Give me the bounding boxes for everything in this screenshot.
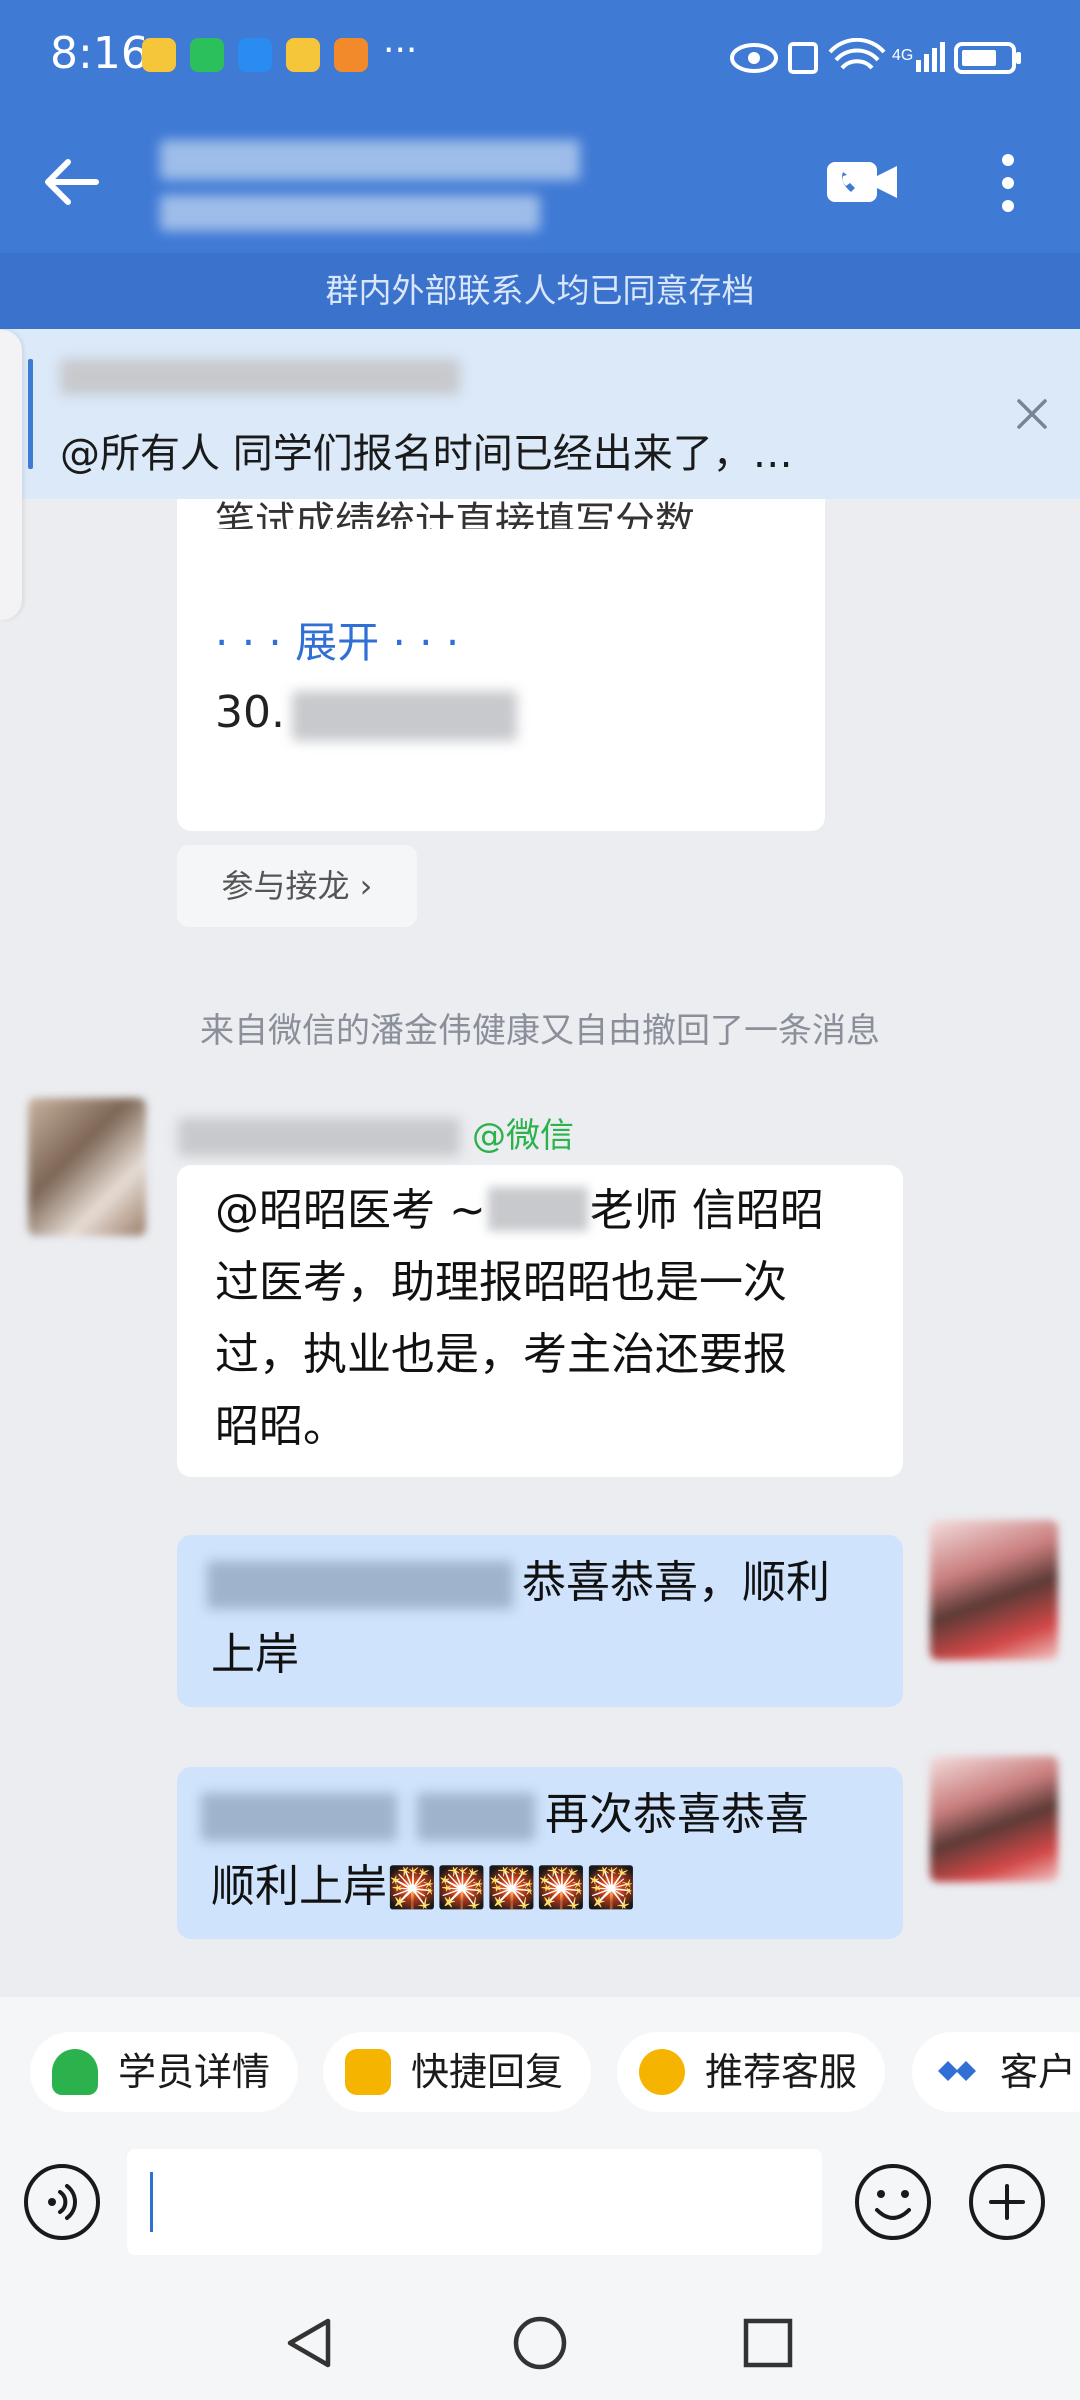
status-bar: 8:16 ··· 4G xyxy=(0,0,1080,110)
add-icon[interactable] xyxy=(967,2162,1047,2242)
pinned-notice[interactable]: @所有人 同学们报名时间已经出来了，… xyxy=(0,329,1080,499)
message-bubble-outgoing[interactable]: 恭喜恭喜，顺利 上岸 xyxy=(177,1535,903,1707)
message-text-line: 过，执业也是，考主治还要报 xyxy=(215,1329,787,1380)
weather-app-icon xyxy=(238,38,272,72)
quick-action-customer[interactable]: 客户 xyxy=(912,2032,1080,2112)
message-input[interactable] xyxy=(127,2149,822,2255)
message-text-line: 再次恭喜恭喜 xyxy=(545,1789,809,1840)
avatar[interactable] xyxy=(930,1520,1058,1660)
message-text: 顺利上岸 xyxy=(211,1861,387,1912)
quick-action-label: 快捷回复 xyxy=(411,2050,564,2094)
quick-reply-icon xyxy=(345,2049,391,2095)
recall-notice: 来自微信的潘金伟健康又自由撤回了一条消息 xyxy=(200,1011,880,1051)
quick-action-student-details[interactable]: 学员详情 xyxy=(30,2032,298,2112)
customer-icon xyxy=(938,2061,976,2081)
fireworks-emoji: 🎇🎇🎇🎇🎇 xyxy=(387,1865,637,1911)
notice-text: @所有人 同学们报名时间已经出来了，… xyxy=(60,431,793,477)
video-call-icon[interactable] xyxy=(825,160,899,204)
archive-banner: 群内外部联系人均已同意存档 xyxy=(0,253,1080,329)
wechat-app-icon xyxy=(190,38,224,72)
solitaire-item-redacted xyxy=(292,691,517,741)
recents-nav-icon[interactable] xyxy=(742,2317,794,2369)
video-app-icon xyxy=(334,38,368,72)
status-icons: 4G xyxy=(730,38,1021,74)
back-nav-icon[interactable] xyxy=(282,2315,336,2371)
solitaire-item-number: 30. xyxy=(215,687,285,738)
teacher-name-redacted xyxy=(487,1187,588,1231)
join-solitaire-button[interactable]: 参与接龙 › xyxy=(177,845,417,927)
quick-action-label: 客户 xyxy=(1000,2050,1077,2094)
voice-input-icon[interactable] xyxy=(22,2162,102,2242)
text-cursor xyxy=(150,2172,153,2232)
side-drawer-handle[interactable] xyxy=(0,330,22,620)
mention-redacted xyxy=(417,1793,535,1841)
more-vertical-icon[interactable] xyxy=(995,150,1021,216)
group-name-redacted xyxy=(160,140,580,180)
status-time: 8:16 xyxy=(50,28,149,79)
avatar[interactable] xyxy=(930,1756,1058,1882)
quick-action-recommend-service[interactable]: 推荐客服 xyxy=(617,2032,885,2112)
system-nav-bar xyxy=(0,2283,1080,2400)
svg-text:4G: 4G xyxy=(892,47,913,64)
wechat-tag: @微信 xyxy=(472,1116,574,1156)
avatar[interactable] xyxy=(28,1098,146,1236)
message-text-line: 恭喜恭喜，顺利 xyxy=(522,1557,830,1608)
weibo-app-icon xyxy=(142,38,176,72)
weibo-app-icon-2 xyxy=(286,38,320,72)
message-bubble-incoming[interactable]: @昭昭医考 ~ 老师 信昭昭 过医考，助理报昭昭也是一次 过，执业也是，考主治还要… xyxy=(177,1165,903,1477)
mention-redacted xyxy=(207,1561,513,1609)
message-line1-tail: 老师 信昭昭 xyxy=(589,1185,824,1236)
quick-action-quick-reply[interactable]: 快捷回复 xyxy=(323,2032,591,2112)
arrow-left-icon[interactable] xyxy=(40,150,104,214)
message-text-line: @昭昭医考 ~ 老师 信昭昭 xyxy=(215,1175,824,1247)
message-text-line: 过医考，助理报昭昭也是一次 xyxy=(215,1257,787,1308)
notice-accent-bar xyxy=(28,359,33,469)
status-overflow: ··· xyxy=(383,30,418,71)
title-bar xyxy=(0,110,1080,253)
mention-redacted xyxy=(201,1793,397,1841)
quick-action-label: 推荐客服 xyxy=(705,2050,858,2094)
student-icon xyxy=(52,2049,98,2095)
notice-sender-redacted xyxy=(60,359,460,395)
message-bubble-outgoing[interactable]: 再次恭喜恭喜 顺利上岸🎇🎇🎇🎇🎇 xyxy=(177,1767,903,1939)
expand-link[interactable]: · · · 展开 · · · xyxy=(215,609,459,670)
emoji-icon[interactable] xyxy=(853,2162,933,2242)
solitaire-cut-line: 笔试成绩统计直接填写分数 xyxy=(215,499,695,529)
customer-service-icon xyxy=(639,2049,685,2095)
message-text-line: 顺利上岸🎇🎇🎇🎇🎇 xyxy=(211,1851,636,1924)
close-icon[interactable] xyxy=(1015,397,1049,431)
home-nav-icon[interactable] xyxy=(512,2315,568,2371)
message-mention: @昭昭医考 ~ xyxy=(215,1185,486,1236)
message-text-line: 昭昭。 xyxy=(215,1401,347,1452)
group-subtitle-redacted xyxy=(160,195,540,231)
sender-name-redacted xyxy=(178,1118,460,1156)
solitaire-card[interactable]: 笔试成绩统计直接填写分数 · · · 展开 · · · 30. xyxy=(177,499,825,831)
quick-action-label: 学员详情 xyxy=(118,2050,271,2094)
message-text-line: 上岸 xyxy=(211,1629,299,1680)
